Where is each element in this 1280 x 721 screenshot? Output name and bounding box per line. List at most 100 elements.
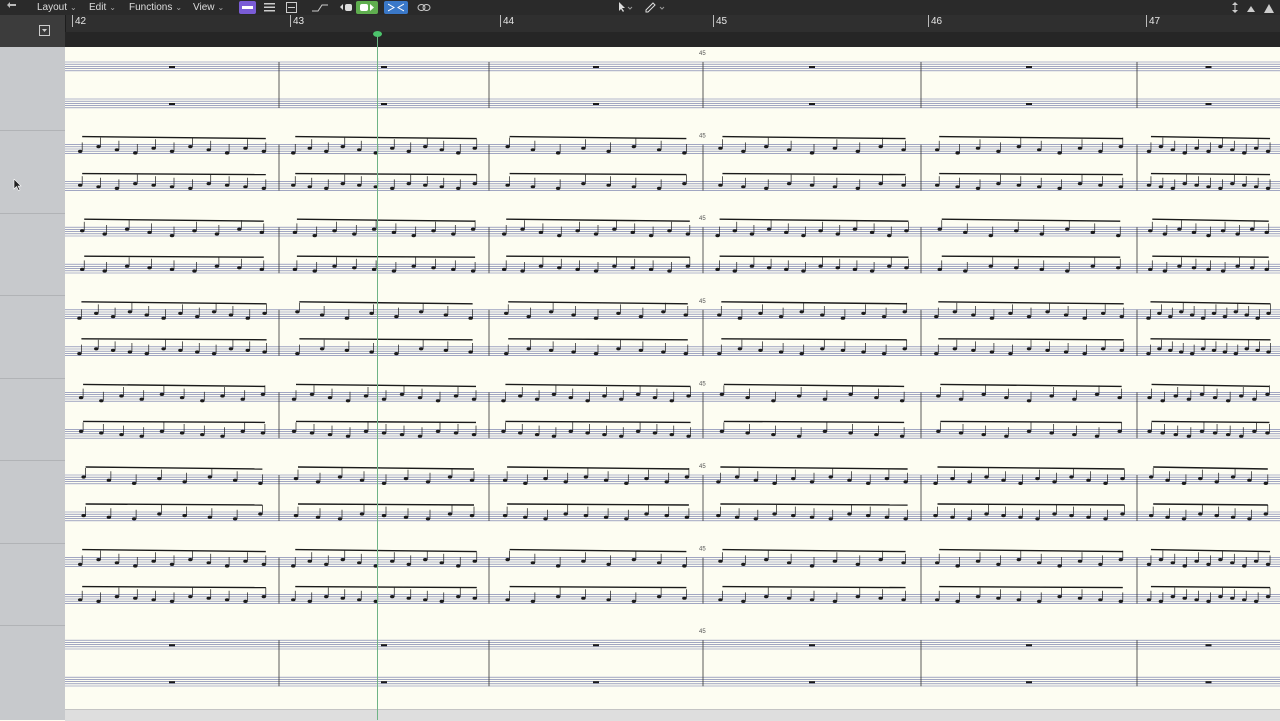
note-head xyxy=(1235,232,1240,236)
bar-ruler[interactable]: 42 43 44 45 46 47 xyxy=(0,15,1280,47)
note-head xyxy=(340,596,345,600)
note-beam xyxy=(1150,172,1271,176)
note-head xyxy=(581,146,586,150)
note-head xyxy=(656,148,662,152)
note-head xyxy=(1146,352,1151,356)
whole-rest xyxy=(593,66,599,68)
note-head xyxy=(214,264,220,268)
note-head xyxy=(786,182,792,186)
wrapped-view-button[interactable] xyxy=(283,1,299,14)
track-header-column xyxy=(0,47,66,720)
midi-in-button[interactable] xyxy=(337,1,355,14)
note-head xyxy=(307,185,312,189)
note-beam xyxy=(507,503,689,506)
note-head xyxy=(606,562,611,567)
vertical-resize-button[interactable] xyxy=(1228,1,1242,14)
note-head xyxy=(741,562,746,567)
note-head xyxy=(502,478,508,482)
note-head xyxy=(403,515,409,519)
note-head xyxy=(996,149,1001,153)
note-head xyxy=(581,559,586,563)
note-head xyxy=(791,514,796,518)
horizontal-scrollbar[interactable] xyxy=(65,709,1280,721)
catch-button[interactable] xyxy=(310,1,330,14)
note-head xyxy=(624,517,629,521)
note-head xyxy=(847,478,852,482)
note-head xyxy=(786,596,792,600)
note-head xyxy=(1065,269,1070,273)
note-head xyxy=(520,269,525,273)
note-head xyxy=(786,561,792,565)
view-menu[interactable]: View ⌄ xyxy=(193,1,224,14)
note-head xyxy=(1230,596,1235,600)
note-head xyxy=(520,227,525,231)
note-head xyxy=(258,512,263,516)
note-head xyxy=(1057,186,1062,190)
note-beam xyxy=(508,338,688,341)
note-head xyxy=(406,182,411,186)
note-head xyxy=(1098,149,1103,153)
pencil-tool-menu[interactable] xyxy=(642,1,668,14)
note-head xyxy=(581,182,586,186)
note-head xyxy=(852,227,858,231)
playhead-handle[interactable] xyxy=(373,31,382,37)
zoom-small-button[interactable] xyxy=(1244,1,1258,14)
score-canvas[interactable]: 𝄞𝄢45𝄞𝄢45𝄞𝄢45𝄞𝄢45𝄞𝄢45𝄞𝄢45𝄞𝄢45𝄞𝄢45 xyxy=(65,47,1280,709)
note-head xyxy=(1037,185,1042,189)
note-head xyxy=(1199,429,1205,433)
note-beam xyxy=(1151,420,1270,424)
note-head xyxy=(638,348,644,352)
note-head xyxy=(423,145,428,149)
note-head xyxy=(669,399,674,403)
linear-view-button[interactable] xyxy=(261,1,277,14)
note-head xyxy=(1039,267,1044,271)
whole-rest xyxy=(381,103,387,105)
ruler-marker-lane[interactable] xyxy=(65,32,1280,47)
note-head xyxy=(538,230,544,234)
note-head xyxy=(337,475,343,479)
note-head xyxy=(1179,350,1184,354)
functions-menu[interactable]: Functions ⌄ xyxy=(129,1,182,14)
note-head xyxy=(169,267,175,271)
page-view-button[interactable] xyxy=(239,1,256,14)
note-head xyxy=(1160,431,1165,435)
note-head xyxy=(718,183,723,187)
note-head xyxy=(391,269,397,273)
note-head xyxy=(1052,480,1057,484)
back-arrow-icon[interactable] xyxy=(6,1,20,14)
curve-icon xyxy=(312,4,328,12)
playhead-line[interactable] xyxy=(377,32,378,720)
note-head xyxy=(1218,558,1223,562)
midi-out-button[interactable] xyxy=(356,1,378,14)
note-head xyxy=(133,596,138,600)
link-button[interactable] xyxy=(415,1,433,14)
note-head xyxy=(161,347,166,351)
note-head xyxy=(901,598,906,602)
pointer-tool-menu[interactable] xyxy=(614,1,636,14)
note-head xyxy=(447,475,453,479)
note-head xyxy=(261,149,267,153)
note-head xyxy=(447,512,453,516)
note-head xyxy=(207,475,213,479)
note-head xyxy=(741,185,746,189)
collapse-icon[interactable] xyxy=(39,25,51,37)
note-head xyxy=(526,347,531,351)
note-beam xyxy=(1153,503,1268,506)
note-head xyxy=(716,514,721,518)
note-head xyxy=(616,311,621,315)
note-head xyxy=(207,515,213,519)
note-head xyxy=(381,514,387,518)
note-head xyxy=(114,148,120,152)
note-head xyxy=(381,397,387,401)
note-head xyxy=(656,186,662,190)
whole-rest xyxy=(1026,103,1032,105)
note-head xyxy=(1189,313,1195,317)
note-head xyxy=(1230,561,1235,565)
zoom-large-button[interactable] xyxy=(1262,1,1276,14)
edit-menu[interactable]: Edit ⌄ xyxy=(89,1,116,14)
link-mode-button[interactable] xyxy=(384,1,408,14)
note-head xyxy=(1249,227,1255,231)
note-head xyxy=(133,182,138,186)
layout-menu[interactable]: Layout ⌄ xyxy=(37,1,77,14)
note-head xyxy=(237,266,242,270)
